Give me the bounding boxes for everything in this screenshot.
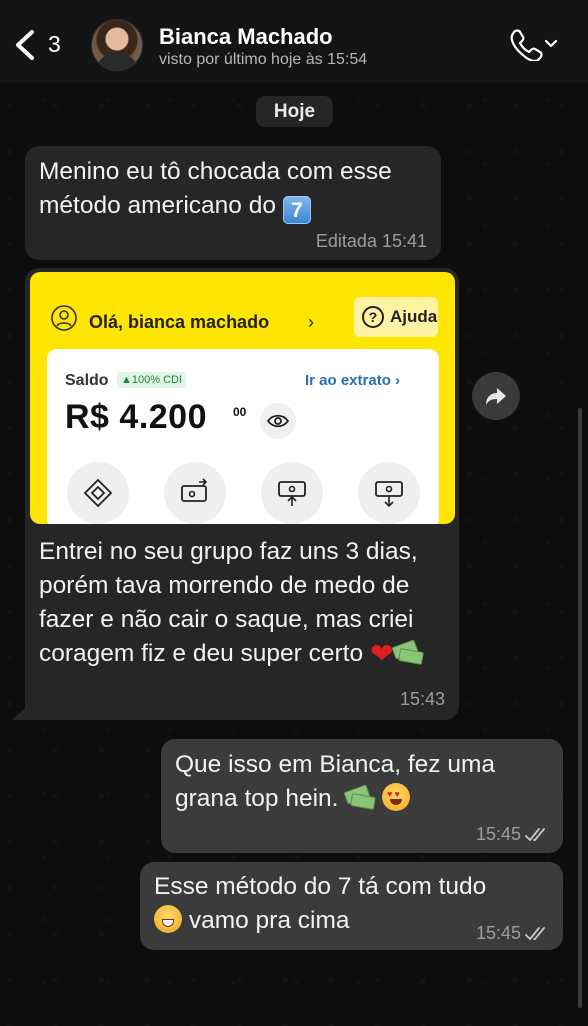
question-icon: ? bbox=[362, 306, 384, 328]
back-chevron-icon[interactable] bbox=[10, 28, 40, 62]
date-separator: Hoje bbox=[256, 96, 333, 127]
pix-icon bbox=[67, 462, 129, 524]
phone-icon[interactable] bbox=[508, 27, 564, 61]
message-text: Menino eu tô chocada com esse método ame… bbox=[39, 158, 392, 224]
message-text: Que isso em Bianca, fez uma grana top he… bbox=[175, 751, 496, 812]
red-heart-emoji: ❤ bbox=[369, 638, 394, 669]
message-bubble-incoming-image[interactable]: Olá, bianca machado › ? Ajuda Saldo ▲100… bbox=[25, 268, 459, 720]
message-meta: Editada 15:41 bbox=[315, 231, 427, 251]
greeting-text: Olá, bianca machado bbox=[89, 312, 270, 332]
contact-avatar[interactable] bbox=[91, 19, 143, 71]
message-bubble-outgoing[interactable]: Esse método do 7 tá com tudo vamo pra ci… bbox=[140, 862, 563, 950]
scrollbar[interactable] bbox=[578, 408, 582, 1008]
cdi-badge: ▲100% CDI bbox=[117, 372, 187, 388]
balance-card: Saldo ▲100% CDI Ir ao extrato › R$ 4.200… bbox=[47, 349, 439, 524]
message-meta: 15:45 bbox=[476, 923, 551, 944]
extrato-link: Ir ao extrato › bbox=[305, 372, 401, 389]
unread-count[interactable]: 3 bbox=[48, 31, 61, 58]
money-with-wings-emoji bbox=[391, 639, 425, 665]
chevron-right-icon: › bbox=[308, 312, 314, 332]
transfer-icon bbox=[164, 462, 226, 524]
message-meta: 15:45 bbox=[476, 824, 551, 845]
eye-icon bbox=[260, 403, 296, 439]
bank-app-screenshot[interactable]: Olá, bianca machado › ? Ajuda Saldo ▲100… bbox=[30, 272, 455, 524]
help-button: ? Ajuda bbox=[354, 297, 438, 337]
contact-name[interactable]: Bianca Machado bbox=[159, 24, 333, 50]
message-bubble-outgoing[interactable]: Que isso em Bianca, fez uma grana top he… bbox=[161, 739, 563, 853]
balance-cents: 00 bbox=[233, 405, 247, 419]
forward-arrow-icon bbox=[486, 388, 506, 405]
user-icon bbox=[51, 305, 77, 331]
withdraw-icon bbox=[261, 462, 323, 524]
message-bubble-incoming[interactable]: Menino eu tô chocada com esse método ame… bbox=[25, 146, 441, 260]
heart-eyes-cat-emoji: ♥♥ bbox=[382, 783, 411, 811]
forward-button[interactable] bbox=[472, 372, 520, 420]
money-with-wings-emoji bbox=[343, 784, 377, 810]
balance-value: R$ 4.200 bbox=[65, 398, 207, 436]
double-check-icon bbox=[525, 828, 545, 842]
double-check-icon bbox=[525, 927, 545, 941]
grinning-face-emoji bbox=[154, 905, 182, 933]
saldo-label: Saldo bbox=[65, 372, 109, 389]
message-text: Entrei no seu grupo faz uns 3 dias, poré… bbox=[39, 535, 459, 671]
message-meta: 15:43 bbox=[399, 689, 445, 709]
keycap-seven-emoji: 7 bbox=[282, 196, 311, 224]
chat-header: 3 Bianca Machado visto por último hoje à… bbox=[0, 0, 588, 82]
deposit-icon bbox=[358, 462, 420, 524]
last-seen-status: visto por último hoje às 15:54 bbox=[159, 51, 368, 68]
help-label: Ajuda bbox=[390, 307, 438, 326]
